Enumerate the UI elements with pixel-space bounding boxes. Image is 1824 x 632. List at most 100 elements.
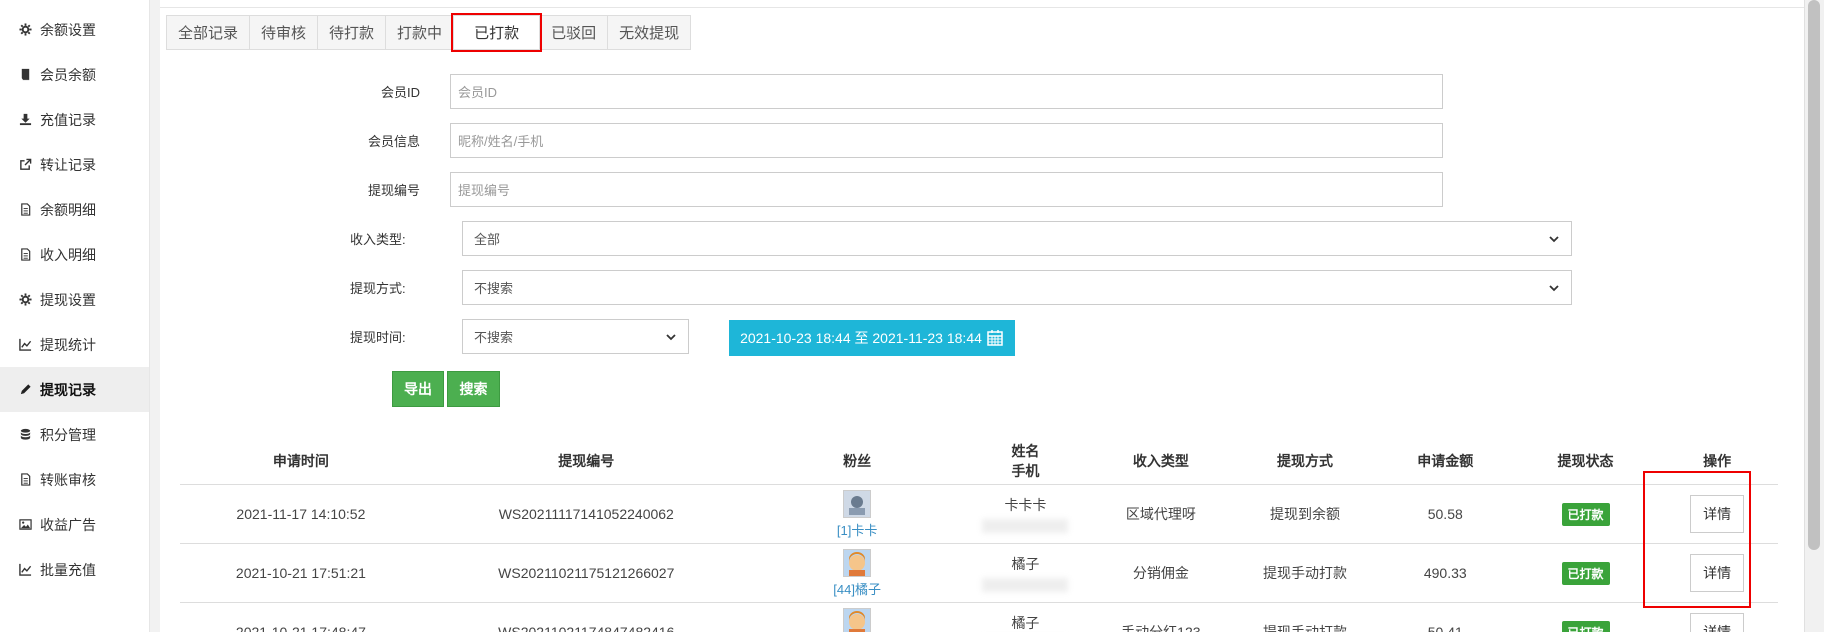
apply-amount: 50.58: [1427, 506, 1463, 522]
status-badge: 已打款: [1561, 561, 1610, 585]
status-cell: 已打款: [1515, 561, 1656, 585]
apply-time: 2021-10-21 17:51:21: [235, 565, 366, 581]
search-button[interactable]: 搜索: [447, 371, 500, 407]
member-name: 橘子: [1011, 615, 1040, 631]
avatar[interactable]: [843, 548, 872, 577]
apply-time: 2021-11-17 14:10:52: [236, 506, 366, 522]
withdraw-table: 申请时间 提现编号 粉丝 姓名 手机 收入类型 提现方式 申请金额 提现状态 操…: [180, 438, 1778, 632]
sidebar: 余额设置会员余额充值记录转让记录余额明细收入明细提现设置提现统计提现记录积分管理…: [0, 0, 150, 632]
line-chart-icon: [18, 563, 32, 577]
avatar[interactable]: [843, 489, 872, 518]
detail-button[interactable]: 详情: [1690, 613, 1745, 632]
fan-link[interactable]: [1]卡卡: [837, 520, 877, 539]
tab-pending-payment[interactable]: 待打款: [317, 15, 387, 50]
action-cell: 详情: [1656, 613, 1778, 632]
chevron-down-icon: [666, 333, 676, 340]
income-type: 区域代理呀: [1125, 506, 1196, 522]
sidebar-item-5[interactable]: 收入明细: [0, 232, 149, 277]
withdraw-time-select[interactable]: 不搜索: [462, 319, 689, 354]
main-content: 全部记录 待审核 待打款 打款中 已打款 已驳回 无效提现 会员ID 会员ID …: [160, 0, 1820, 632]
sidebar-item-label: 余额明细: [40, 201, 96, 218]
withdraw-method: 提现到余额: [1269, 506, 1340, 522]
chevron-down-icon: [1549, 284, 1559, 291]
sidebar-item-label: 会员余额: [40, 66, 96, 83]
sidebar-item-label: 余额设置: [40, 21, 96, 38]
table-row: 2021-10-21 17:48:47 WS2021102117484748241…: [180, 603, 1778, 632]
sidebar-item-label: 收入明细: [40, 246, 96, 263]
sidebar-item-1[interactable]: 会员余额: [0, 52, 149, 97]
sidebar-item-6[interactable]: 提现设置: [0, 277, 149, 322]
sidebar-item-label: 充值记录: [40, 111, 96, 128]
database-icon: [18, 428, 32, 442]
withdraw-no: WS20211021175121266027: [498, 565, 675, 581]
sidebar-item-11[interactable]: 收益广告: [0, 502, 149, 547]
member-info-input[interactable]: 昵称/姓名/手机: [450, 123, 1443, 158]
sidebar-item-0[interactable]: 余额设置: [0, 7, 149, 52]
sidebar-item-12[interactable]: 批量充值: [0, 547, 149, 592]
income-type-select[interactable]: 全部: [462, 221, 1572, 256]
name-phone-cell: 橘子: [964, 613, 1088, 632]
sidebar-item-2[interactable]: 充值记录: [0, 97, 149, 142]
income-type-label: 收入类型:: [350, 232, 406, 247]
phone-blurred: [982, 519, 1069, 533]
member-name: 橘子: [1011, 556, 1040, 572]
file-icon: [18, 473, 32, 487]
withdraw-method-select[interactable]: 不搜索: [462, 270, 1572, 305]
header-name-phone: 姓名 手机: [964, 441, 1088, 481]
book-icon: [18, 68, 32, 82]
header-apply-time: 申请时间: [272, 453, 329, 469]
status-cell: 已打款: [1515, 502, 1656, 526]
withdraw-method: 提现手动打款: [1262, 624, 1347, 632]
date-range-picker[interactable]: 2021-10-23 18:44 至 2021-11-23 18:44: [729, 320, 1015, 356]
download-icon: [18, 113, 32, 127]
file-icon: [18, 203, 32, 217]
line-chart-icon: [18, 338, 32, 352]
withdraw-no-input[interactable]: 提现编号: [450, 172, 1443, 207]
apply-amount: 490.33: [1423, 565, 1467, 581]
fan-link[interactable]: [44]橘子: [833, 579, 881, 598]
tab-paying[interactable]: 打款中: [385, 15, 455, 50]
sidebar-item-label: 批量充值: [40, 561, 96, 578]
sidebar-item-7[interactable]: 提现统计: [0, 322, 149, 367]
external-link-icon: [18, 158, 32, 172]
member-id-input[interactable]: 会员ID: [450, 74, 1443, 109]
header-income-type: 收入类型: [1132, 453, 1189, 469]
sidebar-item-10[interactable]: 转账审核: [0, 457, 149, 502]
sidebar-item-3[interactable]: 转让记录: [0, 142, 149, 187]
sidebar-item-label: 收益广告: [40, 516, 96, 533]
sidebar-item-8[interactable]: 提现记录: [0, 367, 149, 412]
header-status: 提现状态: [1557, 453, 1614, 469]
fan-cell: [44]橘子: [751, 607, 964, 632]
sidebar-item-4[interactable]: 余额明细: [0, 187, 149, 232]
withdraw-no-label: 提现编号: [367, 183, 420, 198]
export-button[interactable]: 导出: [392, 371, 444, 407]
tab-paid[interactable]: 已打款: [451, 13, 543, 52]
income-type: 手动分红123: [1121, 624, 1201, 632]
header-amount: 申请金额: [1417, 453, 1474, 469]
withdraw-time-label: 提现时间:: [350, 330, 406, 345]
withdraw-time-value: 不搜索: [474, 330, 514, 345]
date-range-text: 2021-10-23 18:44 至 2021-11-23 18:44: [740, 330, 982, 346]
name-phone-cell: 卡卡卡: [964, 495, 1088, 533]
apply-time: 2021-10-21 17:48:47: [235, 624, 366, 632]
calendar-icon: [987, 330, 1003, 346]
scrollbar-thumb[interactable]: [1808, 0, 1820, 550]
withdraw-no: WS20211021174847482416: [498, 624, 675, 632]
tab-all[interactable]: 全部记录: [166, 15, 251, 50]
header-withdraw-no: 提现编号: [558, 453, 615, 469]
member-info-label: 会员信息: [367, 134, 420, 149]
sidebar-item-label: 提现设置: [40, 291, 96, 308]
image-icon: [18, 518, 32, 532]
status-cell: 已打款: [1515, 620, 1656, 632]
table-header: 申请时间 提现编号 粉丝 姓名 手机 收入类型 提现方式 申请金额 提现状态 操…: [180, 438, 1778, 485]
action-highlight-box: [1643, 471, 1751, 608]
income-type: 分销佣金: [1132, 565, 1189, 581]
avatar[interactable]: [843, 607, 872, 632]
tab-invalid[interactable]: 无效提现: [607, 15, 692, 50]
sidebar-item-9[interactable]: 积分管理: [0, 412, 149, 457]
sidebar-item-label: 提现记录: [40, 381, 96, 398]
tab-rejected[interactable]: 已驳回: [539, 15, 609, 50]
fan-cell: [44]橘子: [751, 548, 964, 598]
name-phone-cell: 橘子: [964, 554, 1088, 592]
tab-pending-review[interactable]: 待审核: [249, 15, 319, 50]
